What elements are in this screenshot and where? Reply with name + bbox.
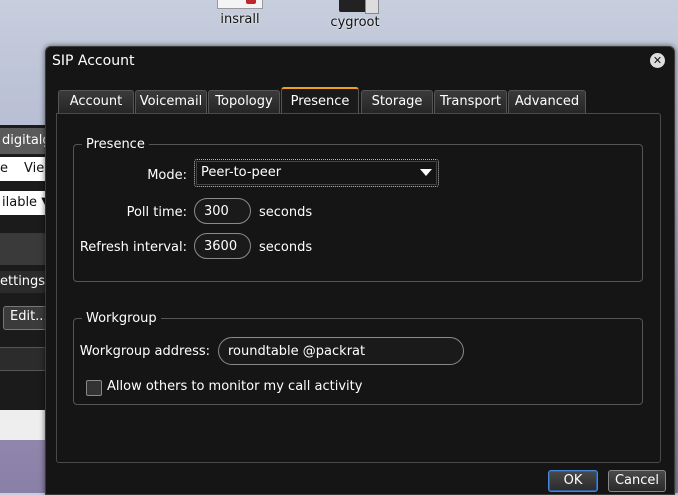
ok-button[interactable]: OK: [548, 470, 598, 492]
monitor-activity-label[interactable]: Allow others to monitor my call activity: [107, 379, 362, 394]
cancel-button[interactable]: Cancel: [608, 470, 666, 492]
tab-advanced[interactable]: Advanced: [508, 90, 586, 113]
mode-label: Mode:: [147, 168, 187, 183]
close-icon[interactable]: ✕: [650, 53, 665, 68]
mode-select[interactable]: Peer-to-peer: [194, 159, 439, 187]
desktop-icon-insrall[interactable]: insrall: [205, 0, 275, 27]
status-dropdown-label: ilable: [2, 195, 38, 210]
poll-time-input[interactable]: 300: [194, 198, 251, 224]
refresh-interval-unit: seconds: [259, 240, 313, 255]
tab-topology[interactable]: Topology: [208, 90, 280, 113]
desktop-icon-label: cygroot: [330, 15, 380, 30]
workgroup-group: Workgroup Workgroup address: roundtable …: [73, 311, 643, 405]
presence-group: Presence Mode: Peer-to-peer Poll time: 3…: [73, 137, 643, 282]
workgroup-address-label: Workgroup address:: [79, 344, 210, 359]
dialog-title: SIP Account: [52, 53, 135, 69]
poll-time-unit: seconds: [259, 205, 313, 220]
presence-tab-panel: Presence Mode: Peer-to-peer Poll time: 3…: [56, 113, 661, 463]
tab-transport[interactable]: Transport: [434, 90, 507, 113]
tab-account[interactable]: Account: [58, 90, 134, 113]
cygwin-icon: [339, 0, 379, 14]
chevron-down-icon: [420, 169, 432, 176]
sip-account-dialog: SIP Account ✕ Account Voicemail Topology…: [45, 46, 675, 495]
poll-time-label: Poll time:: [126, 205, 187, 220]
pdf-document-icon: [217, 0, 263, 9]
menu-item[interactable]: e: [0, 161, 8, 176]
workgroup-address-input[interactable]: roundtable @packrat: [218, 337, 464, 365]
tab-storage[interactable]: Storage: [361, 90, 433, 113]
desktop-icon-cygroot[interactable]: cygroot: [320, 0, 390, 30]
refresh-interval-label: Refresh interval:: [79, 240, 187, 255]
menu-item[interactable]: Vie: [24, 161, 44, 176]
tab-presence[interactable]: Presence: [281, 87, 359, 115]
workgroup-legend: Workgroup: [86, 311, 157, 326]
refresh-interval-input[interactable]: 3600: [194, 233, 251, 259]
desktop-icon-label: insrall: [220, 12, 260, 27]
presence-legend: Presence: [86, 137, 145, 152]
tab-voicemail[interactable]: Voicemail: [135, 90, 207, 113]
monitor-activity-checkbox[interactable]: [86, 380, 102, 396]
mode-select-value: Peer-to-peer: [201, 165, 282, 180]
